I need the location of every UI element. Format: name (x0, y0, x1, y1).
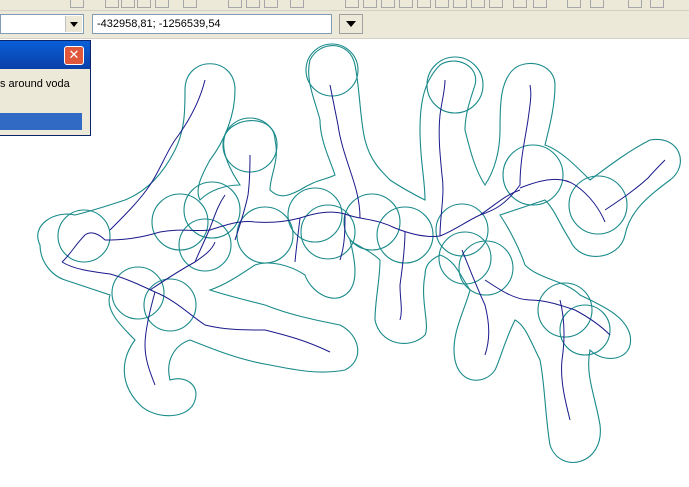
toolbar-button[interactable] (70, 0, 84, 8)
buffer-circle (343, 193, 401, 251)
river-line (329, 84, 361, 219)
dialog-body: s around voda (0, 69, 90, 135)
buffer-circle (568, 175, 628, 235)
coordinates-dropdown-button[interactable] (339, 14, 363, 34)
river-line (144, 291, 156, 386)
river-line (294, 217, 301, 263)
progress-bar (0, 113, 82, 130)
river-line (399, 231, 406, 321)
river-line (604, 159, 666, 211)
river-line (519, 178, 606, 223)
chevron-down-icon (346, 21, 356, 27)
toolbar-button[interactable] (105, 0, 119, 8)
toolbar-button[interactable] (228, 0, 242, 8)
toolbar-button[interactable] (453, 0, 467, 8)
toolbar-button[interactable] (121, 0, 135, 8)
toolbar-button[interactable] (399, 0, 413, 8)
river-line (479, 84, 532, 216)
buffer-circle (178, 218, 232, 272)
buffer-circle (287, 187, 343, 243)
river-line (109, 79, 206, 231)
river-line (559, 299, 571, 421)
dialog-title-bar[interactable]: ✕ (0, 41, 90, 69)
close-button[interactable]: ✕ (64, 46, 84, 65)
toolbar-button[interactable] (137, 0, 151, 8)
buffer-outlines (37, 43, 681, 463)
toolbar-button[interactable] (471, 0, 485, 8)
buffer-circle (305, 43, 359, 97)
toolbar-button[interactable] (363, 0, 377, 8)
buffer-circle (300, 204, 356, 260)
buffer-circle (236, 206, 294, 264)
toolbar-button[interactable] (650, 0, 664, 8)
buffer-circle (559, 304, 611, 356)
layer-combo[interactable] (0, 14, 84, 34)
toolbar-button[interactable] (183, 0, 197, 8)
buffer-progress-dialog: ✕ s around voda (0, 40, 91, 136)
top-toolbar (0, 0, 689, 11)
toolbar-button[interactable] (246, 0, 260, 8)
buffer-circle (435, 203, 489, 257)
toolbar-button[interactable] (264, 0, 278, 8)
toolbar-button[interactable] (489, 0, 503, 8)
toolbar-button[interactable] (381, 0, 395, 8)
toolbar-button[interactable] (155, 0, 169, 8)
map-canvas[interactable] (0, 40, 689, 487)
coordinate-toolbar: -432958,81; -1256539,54 (0, 11, 689, 39)
toolbar-button[interactable] (590, 0, 604, 8)
river-line (194, 194, 226, 263)
river-line (154, 291, 331, 353)
buffer-circle (537, 282, 593, 338)
toolbar-button[interactable] (567, 0, 581, 8)
buffer-circle (151, 193, 209, 251)
buffer-circle (458, 240, 514, 296)
buffer-polygon (37, 45, 681, 463)
toolbar-button[interactable] (417, 0, 431, 8)
toolbar-button[interactable] (290, 0, 304, 8)
toolbar-button[interactable] (435, 0, 449, 8)
buffer-circle (502, 144, 564, 206)
toolbar-button[interactable] (533, 0, 547, 8)
coordinates-field[interactable]: -432958,81; -1256539,54 (92, 14, 332, 34)
dialog-message: s around voda (0, 78, 70, 90)
river-line (61, 261, 156, 293)
toolbar-button[interactable] (345, 0, 359, 8)
chevron-down-icon (70, 22, 78, 27)
toolbar-button[interactable] (628, 0, 642, 8)
toolbar-button[interactable] (513, 0, 527, 8)
layer-combo-dropdown-button[interactable] (65, 16, 82, 32)
